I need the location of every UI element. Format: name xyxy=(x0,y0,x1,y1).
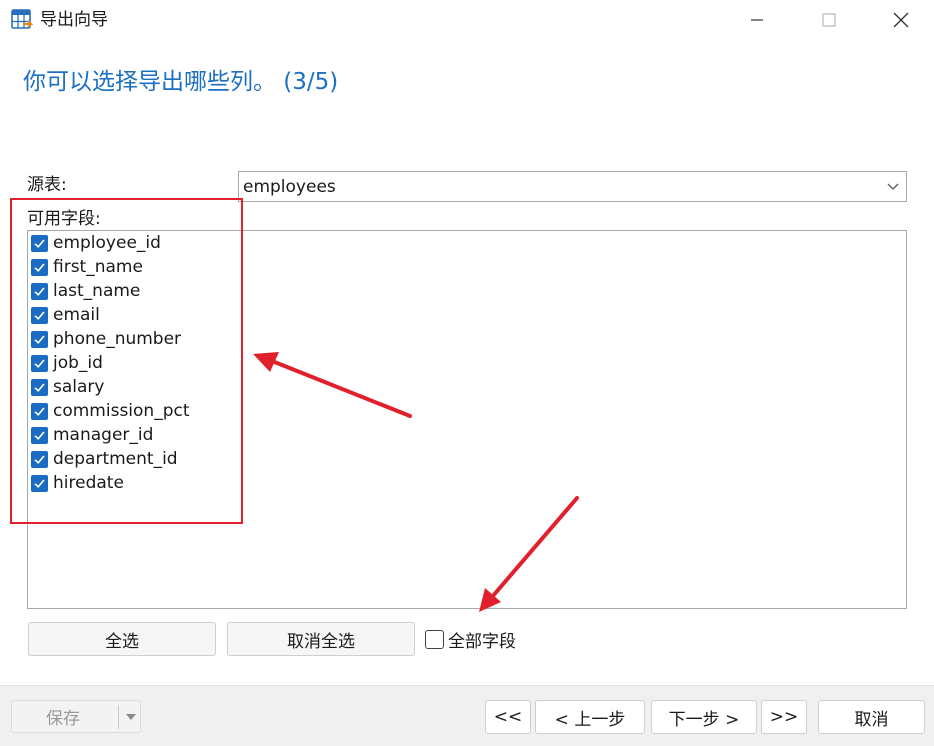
source-table-value: employees xyxy=(243,177,336,197)
source-table-label: 源表: xyxy=(27,175,67,195)
window-title: 导出向导 xyxy=(40,10,108,30)
select-all-button[interactable]: 全选 xyxy=(28,622,216,656)
save-split-button: 保存 xyxy=(11,700,141,733)
close-button[interactable] xyxy=(878,0,924,40)
deselect-all-button[interactable]: 取消全选 xyxy=(227,622,415,656)
source-table-select[interactable]: employees xyxy=(238,171,907,202)
last-step-button[interactable]: >> xyxy=(761,700,807,734)
maximize-icon xyxy=(822,13,836,27)
all-fields-label: 全部字段 xyxy=(448,631,516,652)
first-step-button[interactable]: << xyxy=(485,700,531,734)
next-step-button[interactable]: 下一步 > xyxy=(651,700,757,734)
close-icon xyxy=(893,12,909,28)
table-export-icon xyxy=(11,9,33,29)
caret-down-icon xyxy=(126,714,136,720)
previous-step-button[interactable]: < 上一步 xyxy=(535,700,645,734)
minimize-icon xyxy=(751,19,763,21)
save-button-label: 保存 xyxy=(46,709,80,729)
step-title: 你可以选择导出哪些列。 (3/5) xyxy=(23,69,339,95)
title-bar: 导出向导 xyxy=(0,0,934,40)
footer-bar: 保存 << < 上一步 下一步 > >> 取消 xyxy=(0,685,934,746)
minimize-button[interactable] xyxy=(734,0,780,40)
all-fields-checkbox[interactable] xyxy=(425,629,444,649)
maximize-button xyxy=(806,0,852,40)
split-divider xyxy=(118,705,119,729)
cancel-button[interactable]: 取消 xyxy=(818,700,925,734)
annotation-highlight-box xyxy=(10,198,243,524)
chevron-down-icon xyxy=(887,183,899,190)
all-fields-toggle[interactable]: 全部字段 xyxy=(425,627,516,652)
